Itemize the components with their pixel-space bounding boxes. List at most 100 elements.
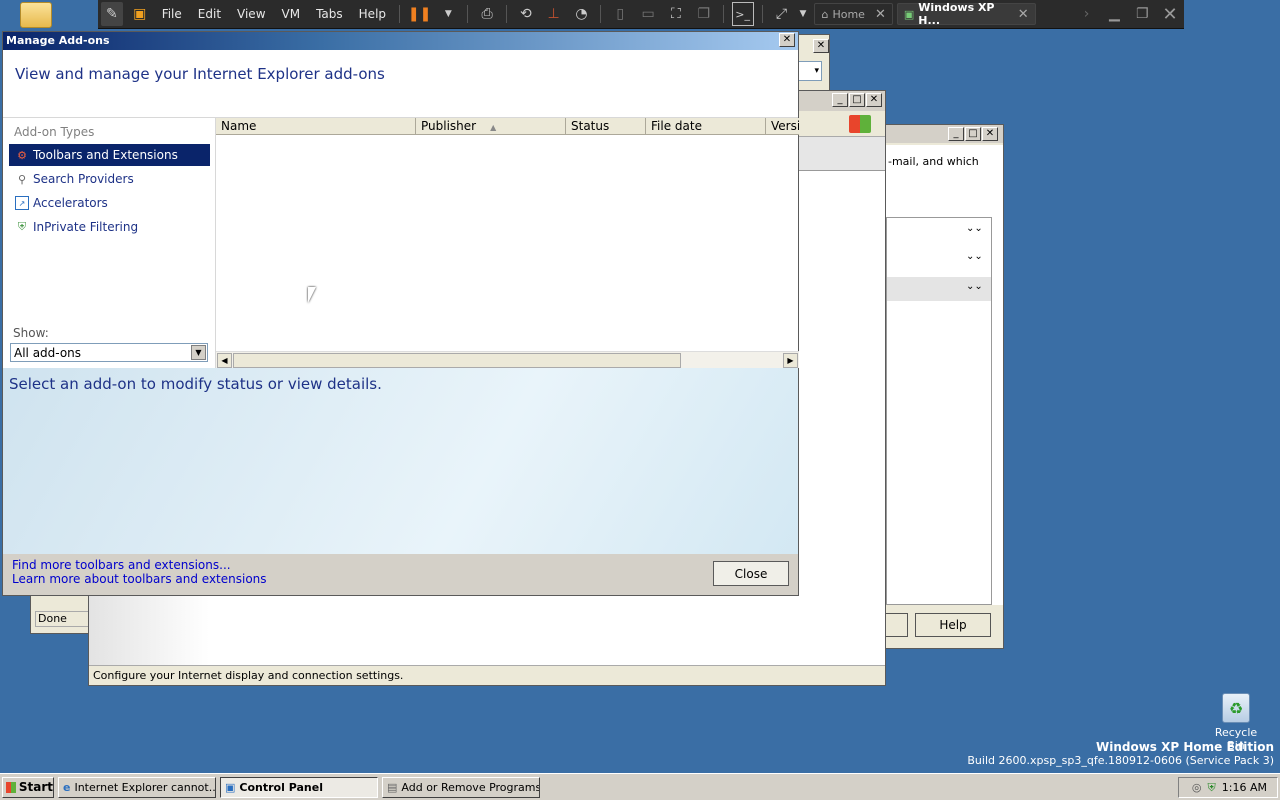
close-icon[interactable]: ✕ [866,93,882,107]
close-icon[interactable]: ✕ [779,33,795,47]
status-bar: Configure your Internet display and conn… [89,665,885,685]
expand-icon[interactable]: ⌄⌄ [966,223,983,234]
minimize-icon[interactable]: _ [832,93,848,107]
manage-addons-dialog: Manage Add-ons ✕ View and manage your In… [2,31,799,596]
menu-edit[interactable]: Edit [190,7,229,21]
dialog-heading: View and manage your Internet Explorer a… [15,65,385,83]
snapshot-manager-icon[interactable]: ◔ [571,2,593,26]
column-file-date[interactable]: File date [646,118,766,135]
expand-icon[interactable]: ⌄⌄ [966,281,983,292]
window-controls: ✕ [813,37,829,53]
type-accelerators[interactable]: ↗ Accelerators [9,192,210,214]
tab-windows-xp[interactable]: ▣ Windows XP H... ✕ [896,1,1036,27]
fullscreen-icon[interactable]: ⛶ [665,2,687,26]
group-box [886,217,992,605]
edition-watermark: Windows XP Home Edition Build 2600.xpsp_… [967,740,1274,767]
status-bar: Done [35,611,95,627]
scroll-right-icon[interactable]: ▶ [783,353,798,368]
chevron-right-icon[interactable]: › [1076,2,1098,26]
addons-list[interactable]: Name Publisher ▲ Status File date Versi ◀… [215,118,799,368]
expand-icon[interactable]: ⌄⌄ [966,251,983,262]
vm-icon: ▣ [903,7,915,21]
edition-text: Windows XP Home Edition [1095,740,1274,754]
security-icon[interactable]: ⛨ [1208,781,1216,795]
type-label: InPrivate Filtering [33,220,139,234]
snapshot-icon[interactable]: ⟲ [515,2,537,26]
help-button[interactable]: Help [915,613,991,637]
dropdown-icon[interactable]: ▼ [437,2,459,26]
horizontal-scrollbar[interactable]: ◀ ▶ [216,351,799,368]
close-button[interactable]: Close [713,561,789,586]
close-icon[interactable]: ✕ [982,127,998,141]
send-keys-icon[interactable]: ⎙ [476,2,498,26]
toolbar-divider [600,5,602,23]
windows-logo-icon [849,115,871,133]
scroll-thumb[interactable] [233,353,681,368]
toolbar-divider [761,5,763,23]
task-label: Internet Explorer cannot... [74,780,216,794]
details-pane: Select an add-on to modify status or vie… [3,368,798,554]
type-inprivate-filtering[interactable]: ⛨ InPrivate Filtering [9,216,210,238]
list-header: Name Publisher ▲ Status File date Versi [216,118,799,135]
desktop-folder-icon[interactable] [20,2,52,28]
minimize-icon[interactable]: _ [948,127,964,141]
inprivate-icon: ⛨ [17,220,27,233]
task-internet-explorer[interactable]: e Internet Explorer cannot... [58,776,216,798]
add-remove-programs-window: _ □ ✕ -mail, and which ⌄⌄ ⌄⌄ ⌄⌄ Help [885,124,1004,649]
console-icon[interactable]: >_ [731,2,754,26]
thumbnail-icon[interactable]: ▭ [637,2,659,26]
type-toolbars-extensions[interactable]: ⚙ Toolbars and Extensions [9,144,210,166]
close-icon[interactable]: ✕ [1018,7,1029,22]
start-button[interactable]: Start [2,776,54,798]
restore-icon[interactable]: ❐ [1131,2,1153,26]
unity-icon[interactable]: ❐ [693,2,715,26]
stretch-dropdown-icon[interactable]: ▼ [798,2,807,26]
task-label: Control Panel [239,780,323,794]
gear-icon: ⚙ [17,148,27,162]
scroll-left-icon[interactable]: ◀ [217,353,232,368]
address-dropdown[interactable]: ▾ [796,61,822,81]
pin-icon[interactable]: ✎ [101,2,123,26]
ok-button[interactable] [886,613,908,637]
column-status[interactable]: Status [566,118,646,135]
type-label: Toolbars and Extensions [33,148,178,162]
tab-home-label: Home [832,7,865,21]
close-icon[interactable]: ✕ [1159,2,1181,26]
pause-icon[interactable]: ❚❚ [408,2,431,26]
minimize-icon[interactable]: ▁ [1103,2,1125,26]
type-search-providers[interactable]: ⚲ Search Providers [9,168,210,190]
column-version[interactable]: Versi [766,118,799,135]
maximize-icon[interactable]: □ [965,127,981,141]
learn-more-link[interactable]: Learn more about toolbars and extensions [12,572,267,586]
menu-view[interactable]: View [229,7,273,21]
magnifier-icon: ⚲ [17,172,27,186]
window-controls: _ □ ✕ [832,93,882,107]
task-control-panel[interactable]: ▣ Control Panel [220,776,378,798]
task-add-remove-programs[interactable]: ▤ Add or Remove Programs [382,776,540,798]
menu-help[interactable]: Help [351,7,394,21]
menu-tabs[interactable]: Tabs [308,7,351,21]
chevron-down-icon[interactable]: ▼ [191,345,206,360]
column-publisher[interactable]: Publisher ▲ [416,118,566,135]
close-icon[interactable]: ✕ [813,39,829,53]
mouse-cursor-icon [308,287,316,303]
close-icon[interactable]: ✕ [875,7,886,22]
clock[interactable]: 1:16 AM [1222,781,1267,794]
menu-file[interactable]: File [154,7,190,21]
details-text: Select an add-on to modify status or vie… [9,375,382,393]
taskbar: Start e Internet Explorer cannot... ▣ Co… [0,773,1280,800]
description-text: -mail, and which [888,155,979,168]
library-icon[interactable]: ▯ [609,2,631,26]
network-icon[interactable]: ◎ [1192,781,1202,794]
tab-home[interactable]: ⌂ Home ✕ [814,3,893,25]
find-more-link[interactable]: Find more toolbars and extensions... [12,558,231,572]
stretch-icon[interactable]: ⤢ [771,2,793,26]
build-text: Build 2600.xpsp_sp3_qfe.180912-0606 (Ser… [967,754,1274,767]
show-select[interactable]: All add-ons ▼ [10,343,208,362]
revert-snapshot-icon[interactable]: ⊥ [543,2,565,26]
toolbar-divider [722,5,724,23]
menu-vm[interactable]: VM [274,7,309,21]
column-name[interactable]: Name [216,118,416,135]
maximize-icon[interactable]: □ [849,93,865,107]
sort-ascending-icon: ▲ [490,123,497,132]
